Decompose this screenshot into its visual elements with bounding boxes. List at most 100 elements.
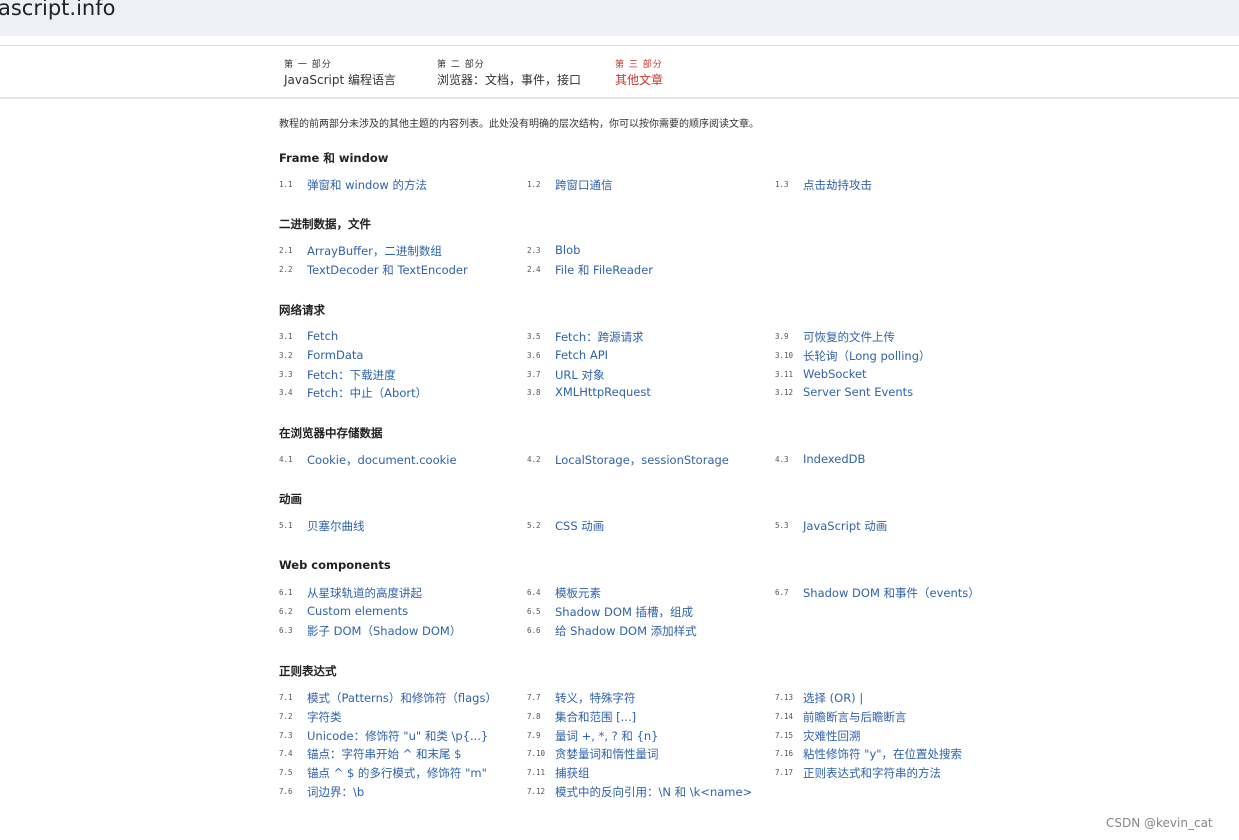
tab-part-3[interactable]: 第 三 部分其他文章 xyxy=(610,46,745,98)
lesson-number: 6.2 xyxy=(279,607,293,616)
lesson-number: 2.3 xyxy=(527,246,541,255)
lesson-title[interactable]: 字符类 xyxy=(307,709,342,725)
tab-part-number: 第 二 部分 xyxy=(437,60,485,70)
lesson-title[interactable]: 点击劫持攻击 xyxy=(803,177,872,193)
lesson-number: 5.2 xyxy=(527,521,541,530)
lesson-title[interactable]: WebSocket xyxy=(803,367,867,381)
lesson-title[interactable]: 灾难性回溯 xyxy=(803,728,861,744)
tab-part-number: 第 一 部分 xyxy=(284,60,332,70)
lesson-title[interactable]: Fetch：中止（Abort） xyxy=(307,385,427,401)
lesson-number: 7.9 xyxy=(527,731,541,740)
site-header: ascript.info xyxy=(0,0,1239,36)
lesson-title[interactable]: 模板元素 xyxy=(555,585,601,601)
lesson-title[interactable]: 选择 (OR) | xyxy=(803,690,863,706)
lesson-title[interactable]: 捕获组 xyxy=(555,765,590,781)
lesson-title[interactable]: Server Sent Events xyxy=(803,385,913,399)
lesson-title[interactable]: 锚点 ^ $ 的多行模式，修饰符 "m" xyxy=(307,765,487,781)
lesson-title[interactable]: Fetch API xyxy=(555,348,608,362)
lesson-number: 6.3 xyxy=(279,626,293,635)
part-tabs: 第 一 部分 JavaScript 编程语言第 二 部分 浏览器：文档，事件，接口第… xyxy=(0,46,1239,98)
lesson-number: 3.7 xyxy=(527,370,541,379)
lesson-title[interactable]: XMLHttpRequest xyxy=(555,385,651,399)
lesson-title[interactable]: 转义，特殊字符 xyxy=(555,690,636,706)
lesson-title[interactable]: 前瞻断言与后瞻断言 xyxy=(803,709,907,725)
tab-part-number: 第 三 部分 xyxy=(615,60,663,70)
intro-text: 教程的前两部分未涉及的其他主题的内容列表。此处没有明确的层次结构，你可以按你需要… xyxy=(279,119,759,130)
lesson-number: 7.5 xyxy=(279,768,293,777)
lesson-title[interactable]: 锚点：字符串开始 ^ 和末尾 $ xyxy=(307,746,461,762)
lesson-title[interactable]: 量词 +, *, ? 和 {n} xyxy=(555,728,659,744)
lesson-title[interactable]: 粘性修饰符 "y"，在位置处搜索 xyxy=(803,746,962,762)
lesson-title[interactable]: Shadow DOM 和事件（events） xyxy=(803,585,980,601)
tab-part-2[interactable]: 第 二 部分浏览器：文档，事件，接口 xyxy=(437,46,607,98)
lesson-title[interactable]: 贝塞尔曲线 xyxy=(307,518,365,534)
watermark: CSDN @kevin_cat xyxy=(1106,816,1213,830)
lesson-title[interactable]: TextDecoder 和 TextEncoder xyxy=(307,262,468,278)
lesson-number: 7.15 xyxy=(775,731,794,740)
lesson-number: 7.10 xyxy=(527,749,546,758)
lesson-title[interactable]: 可恢复的文件上传 xyxy=(803,329,895,345)
lesson-number: 7.7 xyxy=(527,693,541,702)
site-title[interactable]: ascript.info xyxy=(0,0,115,20)
section-heading: 正则表达式 xyxy=(279,664,337,678)
lesson-title[interactable]: File 和 FileReader xyxy=(555,262,653,278)
lesson-number: 3.12 xyxy=(775,388,794,397)
lesson-title[interactable]: JavaScript 动画 xyxy=(803,518,887,534)
lesson-number: 7.14 xyxy=(775,712,794,721)
lesson-number: 4.2 xyxy=(527,455,541,464)
section-heading: Frame 和 window xyxy=(279,151,389,165)
lesson-number: 7.13 xyxy=(775,693,794,702)
lesson-title[interactable]: Fetch：下载进度 xyxy=(307,367,396,383)
tab-part-label: JavaScript 编程语言 xyxy=(284,73,396,87)
lesson-number: 1.3 xyxy=(775,180,789,189)
lesson-number: 3.11 xyxy=(775,370,794,379)
lesson-title[interactable]: 弹窗和 window 的方法 xyxy=(307,177,427,193)
lesson-number: 3.5 xyxy=(527,332,541,341)
lesson-title[interactable]: 集合和范围 [...] xyxy=(555,709,636,725)
lesson-number: 5.1 xyxy=(279,521,293,530)
lesson-number: 6.7 xyxy=(775,588,789,597)
lesson-title[interactable]: Cookie，document.cookie xyxy=(307,452,457,468)
lesson-number: 7.3 xyxy=(279,731,293,740)
lesson-title[interactable]: 长轮询（Long polling） xyxy=(803,348,931,364)
tab-part-label: 其他文章 xyxy=(615,73,664,87)
lesson-title[interactable]: CSS 动画 xyxy=(555,518,604,534)
lesson-title[interactable]: 词边界：\b xyxy=(307,784,364,800)
tab-part-1[interactable]: 第 一 部分 JavaScript 编程语言 xyxy=(284,46,434,98)
lesson-number: 7.4 xyxy=(279,749,293,758)
lesson-number: 2.1 xyxy=(279,246,293,255)
lesson-title[interactable]: 给 Shadow DOM 添加样式 xyxy=(555,623,697,639)
lesson-number: 3.4 xyxy=(279,388,293,397)
lesson-title[interactable]: Fetch xyxy=(307,329,338,343)
lesson-title[interactable]: ArrayBuffer，二进制数组 xyxy=(307,243,442,259)
lesson-number: 4.3 xyxy=(775,455,789,464)
lesson-title[interactable]: LocalStorage，sessionStorage xyxy=(555,452,729,468)
lesson-number: 3.10 xyxy=(775,351,794,360)
lesson-title[interactable]: 贪婪量词和惰性量词 xyxy=(555,746,659,762)
tabs-divider-bottom xyxy=(0,97,1239,99)
lesson-title[interactable]: 正则表达式和字符串的方法 xyxy=(803,765,941,781)
lesson-number: 3.1 xyxy=(279,332,293,341)
lesson-number: 7.16 xyxy=(775,749,794,758)
lesson-number: 3.6 xyxy=(527,351,541,360)
lesson-title[interactable]: 跨窗口通信 xyxy=(555,177,613,193)
lesson-title[interactable]: Blob xyxy=(555,243,580,257)
lesson-title[interactable]: Fetch：跨源请求 xyxy=(555,329,644,345)
lesson-number: 7.17 xyxy=(775,768,794,777)
lesson-title[interactable]: Shadow DOM 插槽，组成 xyxy=(555,604,693,620)
lesson-title[interactable]: URL 对象 xyxy=(555,367,604,383)
lesson-title[interactable]: 从星球轨道的高度讲起 xyxy=(307,585,422,601)
lesson-title[interactable]: Custom elements xyxy=(307,604,408,618)
lesson-title[interactable]: 模式（Patterns）和修饰符（flags） xyxy=(307,690,497,706)
lesson-title[interactable]: FormData xyxy=(307,348,363,362)
lesson-title[interactable]: 影子 DOM（Shadow DOM） xyxy=(307,623,461,639)
lesson-number: 1.2 xyxy=(527,180,541,189)
lesson-number: 7.8 xyxy=(527,712,541,721)
lesson-title[interactable]: IndexedDB xyxy=(803,452,865,466)
tab-part-label: 浏览器：文档，事件，接口 xyxy=(437,73,582,87)
section-heading: 在浏览器中存储数据 xyxy=(279,426,383,440)
lesson-title[interactable]: 模式中的反向引用：\N 和 \k<name> xyxy=(555,784,752,800)
lesson-title[interactable]: Unicode：修饰符 "u" 和类 \p{...} xyxy=(307,728,488,744)
lesson-number: 3.8 xyxy=(527,388,541,397)
lesson-number: 6.5 xyxy=(527,607,541,616)
